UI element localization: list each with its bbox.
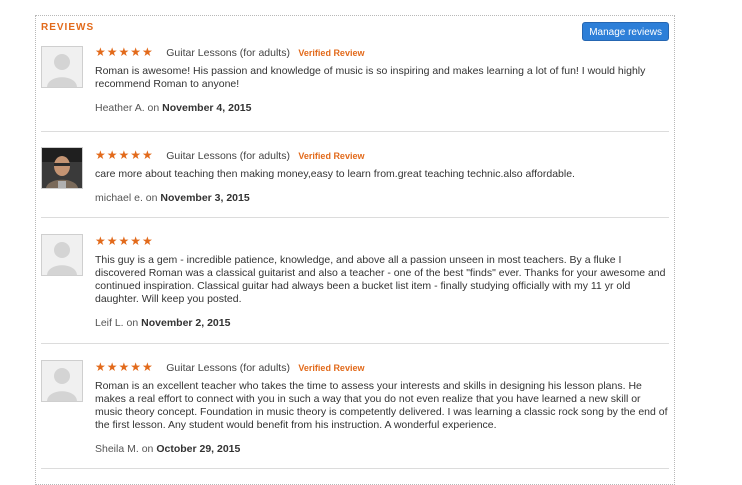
- star-rating: ★★★★★: [95, 45, 154, 59]
- review-byline: michael e. on November 3, 2015: [95, 192, 669, 204]
- review-byline: Heather A. on November 4, 2015: [95, 102, 669, 114]
- review-item: ★★★★★ Guitar Lessons (for adults) Verifi…: [41, 132, 669, 218]
- byline-on: on: [145, 192, 158, 204]
- course-link[interactable]: Guitar Lessons (for adults): [166, 150, 290, 162]
- review-item: ★★★★★ Guitar Lessons (for adults) Verifi…: [41, 344, 669, 469]
- review-date: October 29, 2015: [156, 443, 241, 455]
- star-rating: ★★★★★: [95, 360, 154, 374]
- default-avatar-icon: [41, 46, 83, 88]
- default-avatar-icon: [41, 234, 83, 276]
- review-text: care more about teaching then making mon…: [95, 168, 575, 180]
- review-item: ★★★★★ This guy is a gem - incredible pat…: [41, 218, 669, 344]
- default-avatar-icon: [41, 360, 83, 402]
- review-date: November 3, 2015: [160, 192, 250, 204]
- review-content: ★★★★★ Guitar Lessons (for adults) Verifi…: [95, 360, 669, 455]
- verified-badge: Verified Review: [298, 48, 365, 58]
- reviewer-name: Heather A.: [95, 102, 145, 114]
- byline-on: on: [141, 443, 154, 455]
- review-meta: ★★★★★ Guitar Lessons (for adults) Verifi…: [95, 45, 669, 59]
- review-text: Roman is an excellent teacher who takes …: [95, 380, 668, 431]
- manage-reviews-button[interactable]: Manage reviews: [582, 22, 669, 41]
- review-date: November 2, 2015: [141, 317, 231, 329]
- byline-on: on: [126, 317, 139, 329]
- star-rating: ★★★★★: [95, 148, 154, 162]
- review-byline: Leif L. on November 2, 2015: [95, 317, 669, 329]
- reviews-panel: REVIEWS Manage reviews ★★★★★ Guitar Less…: [35, 15, 675, 485]
- reviews-heading: REVIEWS: [41, 22, 95, 33]
- review-content: ★★★★★ This guy is a gem - incredible pat…: [95, 234, 669, 329]
- review-meta: ★★★★★ Guitar Lessons (for adults) Verifi…: [95, 360, 669, 374]
- review-meta: ★★★★★: [95, 234, 669, 248]
- byline-on: on: [147, 102, 160, 114]
- verified-badge: Verified Review: [298, 363, 365, 373]
- review-content: ★★★★★ Guitar Lessons (for adults) Verifi…: [95, 148, 669, 204]
- user-photo: [41, 147, 83, 189]
- course-link[interactable]: Guitar Lessons (for adults): [166, 362, 290, 374]
- review-text: Roman is awesome! His passion and knowle…: [95, 65, 646, 90]
- reviewer-name: michael e.: [95, 192, 143, 204]
- review-byline: Sheila M. on October 29, 2015: [95, 443, 669, 455]
- course-link[interactable]: Guitar Lessons (for adults): [166, 47, 290, 59]
- review-item: ★★★★★ Guitar Lessons (for adults) Verifi…: [41, 45, 669, 132]
- review-meta: ★★★★★ Guitar Lessons (for adults) Verifi…: [95, 148, 669, 162]
- reviewer-name: Leif L.: [95, 317, 124, 329]
- verified-badge: Verified Review: [298, 151, 365, 161]
- review-date: November 4, 2015: [162, 102, 252, 114]
- reviewer-name: Sheila M.: [95, 443, 139, 455]
- star-rating: ★★★★★: [95, 234, 154, 248]
- review-text: This guy is a gem - incredible patience,…: [95, 254, 666, 305]
- review-content: ★★★★★ Guitar Lessons (for adults) Verifi…: [95, 45, 669, 114]
